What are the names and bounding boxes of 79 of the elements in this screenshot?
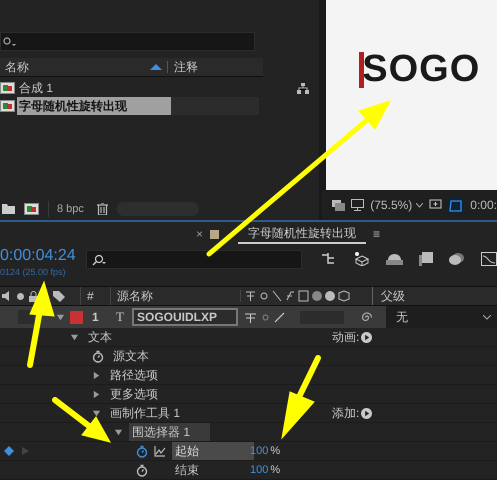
- search-field[interactable]: [0, 32, 256, 51]
- column-header[interactable]: 注释: [174, 58, 198, 76]
- play-circle-icon[interactable]: [361, 332, 372, 342]
- layer-color-label[interactable]: [70, 310, 83, 324]
- property-label[interactable]: 围选择器 1: [129, 423, 210, 441]
- transparency-grid-icon[interactable]: [448, 198, 464, 212]
- property-label[interactable]: 源文本: [110, 347, 152, 365]
- close-tab-button[interactable]: ×: [196, 225, 204, 243]
- trash-icon[interactable]: [96, 203, 108, 215]
- selection-handle[interactable]: [359, 52, 364, 88]
- chevron-down-icon: [416, 202, 424, 208]
- stopwatch-icon[interactable]: [136, 444, 148, 458]
- graph-icon[interactable]: [154, 446, 166, 456]
- expanded-triangle-icon[interactable]: [56, 312, 65, 322]
- collapsed-triangle-icon[interactable]: [92, 370, 101, 380]
- panel-menu-icon[interactable]: ≡: [373, 225, 380, 243]
- composition-icon: [0, 100, 15, 112]
- project-item[interactable]: 字母随机性旋转出现: [17, 97, 171, 115]
- chevron-down-icon: [483, 314, 491, 320]
- stopwatch-icon[interactable]: [136, 464, 148, 476]
- stopwatch-icon[interactable]: [92, 350, 104, 362]
- collapse-switch-icon[interactable]: [260, 312, 271, 322]
- property-value[interactable]: 100: [250, 462, 268, 478]
- audio-icon[interactable]: [2, 291, 12, 301]
- folder-icon[interactable]: [2, 204, 15, 214]
- layer-search-field[interactable]: [86, 250, 302, 269]
- frame-count: 0124 (25.00 fps): [0, 266, 67, 279]
- preview-text: SOGO: [362, 48, 480, 90]
- pick-whip-icon[interactable]: [359, 310, 372, 324]
- search-icon: [90, 254, 107, 266]
- project-item[interactable]: 合成 1: [17, 79, 56, 97]
- switch-box[interactable]: [18, 310, 34, 324]
- layer-index: 1: [92, 309, 100, 326]
- column-header[interactable]: 名称: [0, 58, 150, 76]
- unit-label: %: [270, 462, 280, 478]
- frame-stack-icon[interactable]: [419, 252, 433, 266]
- menu-label: 动画:: [332, 329, 360, 346]
- search-icon: [3, 36, 17, 46]
- timecode[interactable]: 0:00:04:24: [0, 246, 86, 266]
- timeline-tab[interactable]: 字母随机性旋转出现: [238, 224, 366, 244]
- parent-dropdown[interactable]: 无: [386, 306, 497, 328]
- menu-label: 添加:: [332, 405, 360, 422]
- solo-dot-icon[interactable]: [17, 292, 24, 300]
- snapshot-icon[interactable]: [332, 200, 346, 210]
- expanded-triangle-icon[interactable]: [92, 408, 101, 418]
- text-layer-type-icon: T: [116, 307, 132, 327]
- collapsed-triangle-icon[interactable]: [92, 390, 101, 398]
- composition-icon[interactable]: [24, 203, 39, 215]
- property-label[interactable]: 画制作工具 1: [107, 404, 184, 422]
- tag-icon[interactable]: [53, 290, 65, 302]
- region-icon[interactable]: [429, 199, 442, 211]
- keyframe-diamond-icon[interactable]: [4, 446, 14, 456]
- graph-editor-icon[interactable]: [481, 252, 497, 266]
- sort-ascending-icon[interactable]: [150, 64, 162, 70]
- layer-name-field[interactable]: SOGOUIDLXP: [132, 308, 238, 326]
- column-header[interactable]: 源名称: [110, 287, 240, 305]
- dome-icon[interactable]: [386, 252, 403, 265]
- property-label[interactable]: 结束: [172, 461, 202, 479]
- composition-icon: [0, 82, 15, 94]
- annotation-arrow: [52, 397, 111, 443]
- bit-depth-button[interactable]: 8 bpc: [48, 200, 88, 218]
- flowchart-icon[interactable]: [297, 82, 310, 94]
- column-header: #: [80, 287, 110, 305]
- zoom-dropdown[interactable]: (75.5%): [370, 196, 424, 214]
- monitor-icon[interactable]: [351, 199, 364, 211]
- property-label[interactable]: 路径选项: [107, 366, 161, 384]
- expanded-triangle-icon[interactable]: [114, 428, 123, 436]
- quality-switch-icon[interactable]: [274, 312, 285, 322]
- current-time[interactable]: 0:00:: [470, 196, 497, 214]
- column-header[interactable]: 父级: [372, 287, 405, 305]
- property-label[interactable]: 更多选项: [107, 385, 161, 403]
- composition-color-swatch: [210, 230, 220, 238]
- expanded-triangle-icon[interactable]: [70, 332, 79, 342]
- play-circle-icon[interactable]: [361, 408, 372, 418]
- cube-icon[interactable]: [354, 251, 370, 266]
- layers-icon[interactable]: [449, 252, 465, 266]
- unit-label: %: [270, 444, 280, 459]
- property-label[interactable]: 文本: [85, 328, 115, 346]
- shy-switch-icon[interactable]: [244, 310, 257, 324]
